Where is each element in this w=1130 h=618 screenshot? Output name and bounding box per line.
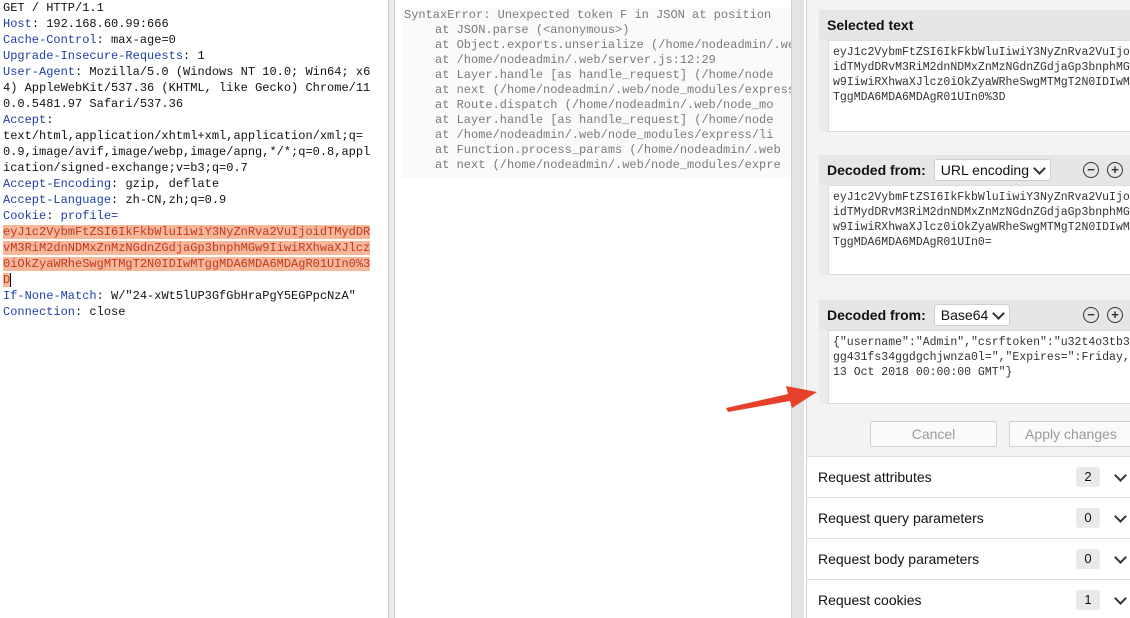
- count-badge: 0: [1076, 549, 1100, 569]
- accordion-request-body-parameters[interactable]: Request body parameters 0: [807, 538, 1130, 579]
- chevron-down-icon: [1033, 161, 1046, 175]
- chevron-down-icon: [1114, 468, 1127, 482]
- decoded-base64-title: Decoded from:: [827, 307, 926, 323]
- header-accept-encoding: Accept-Encoding: gzip, deflate: [3, 177, 220, 191]
- decode-method-dropdown-base64[interactable]: Base64: [933, 304, 1011, 326]
- header-accept-language: Accept-Language: zh-CN,zh;q=0.9: [3, 193, 227, 207]
- arrow-shape: [726, 386, 817, 412]
- stack-line: at Route.dispatch (/home/nodeadmin/.web/…: [435, 98, 774, 112]
- stack-line: at /home/nodeadmin/.web/server.js:12:29: [435, 53, 716, 67]
- stack-line: at next (/home/nodeadmin/.web/node_modul…: [435, 83, 791, 97]
- stack-line: at next (/home/nodeadmin/.web/node_modul…: [435, 158, 781, 172]
- decoded-url-box[interactable]: eyJ1c2VybmFtZSI6IkFkbWluIiwiY3NyZnRva2Vu…: [828, 185, 1130, 275]
- decoded-base64-section: Decoded from: Base64 − + {"username":"Ad…: [819, 300, 1130, 404]
- minus-circle-icon[interactable]: −: [1083, 162, 1099, 178]
- stack-line: at Function.process_params (/home/nodead…: [435, 143, 781, 157]
- text-caret: [10, 272, 12, 287]
- request-editor[interactable]: GET / HTTP/1.1 Host: 192.168.60.99:666 C…: [0, 0, 389, 618]
- selected-text-value: eyJ1c2VybmFtZSI6IkFkbWluIiwiY3NyZnRva2Vu…: [833, 46, 1130, 104]
- count-badge: 2: [1076, 467, 1100, 487]
- header-user-agent: User-Agent: Mozilla/5.0 (Windows NT 10.0…: [3, 65, 371, 111]
- accordion-request-cookies[interactable]: Request cookies 1: [807, 579, 1130, 618]
- minus-circle-icon[interactable]: −: [1083, 307, 1099, 323]
- selected-text-title: Selected text: [819, 10, 1130, 40]
- chevron-down-icon: [1114, 591, 1127, 605]
- selected-text-section: Selected text eyJ1c2VybmFtZSI6IkFkbWluIi…: [819, 10, 1130, 132]
- chevron-down-icon: [992, 306, 1006, 320]
- cancel-button[interactable]: Cancel: [870, 421, 997, 447]
- count-badge: 0: [1076, 508, 1100, 528]
- error-stack-box: SyntaxError: Unexpected token F in JSON …: [401, 8, 791, 178]
- stack-line: at Object.exports.unserialize (/home/nod…: [435, 38, 791, 52]
- header-cookie: Cookie: profile=: [3, 209, 119, 223]
- stack-line: at Layer.handle [as handle_request] (/ho…: [435, 68, 774, 82]
- header-accept-value: text/html,application/xhtml+xml,applicat…: [3, 129, 371, 175]
- header-accept-name: Accept:: [3, 113, 54, 127]
- red-arrow-annotation: [726, 386, 817, 412]
- chevron-down-icon: [1114, 550, 1127, 564]
- stack-line: at JSON.parse (<anonymous>): [435, 23, 630, 37]
- decoded-base64-value: {"username":"Admin","csrftoken":"u32t4o3…: [833, 336, 1130, 379]
- selected-text-box[interactable]: eyJ1c2VybmFtZSI6IkFkbWluIiwiY3NyZnRva2Vu…: [828, 40, 1130, 132]
- header-cache-control: Cache-Control: max-age=0: [3, 33, 176, 47]
- accordion-request-attributes[interactable]: Request attributes 2: [807, 456, 1130, 497]
- decoded-url-title: Decoded from:: [827, 162, 926, 178]
- header-connection: Connection: close: [3, 305, 126, 319]
- count-badge: 1: [1076, 590, 1100, 610]
- response-scrollbar[interactable]: [791, 0, 804, 618]
- decoded-base64-box[interactable]: {"username":"Admin","csrftoken":"u32t4o3…: [828, 330, 1130, 404]
- plus-circle-icon[interactable]: +: [1107, 162, 1123, 178]
- decoded-url-section: Decoded from: URL encoding − + eyJ1c2Vyb…: [819, 155, 1130, 275]
- decode-method-dropdown-url[interactable]: URL encoding: [933, 159, 1052, 181]
- inspector-panel: Selected text eyJ1c2VybmFtZSI6IkFkbWluIi…: [806, 0, 1130, 618]
- header-upgrade-insecure-requests: Upgrade-Insecure-Requests: 1: [3, 49, 205, 63]
- plus-circle-icon[interactable]: +: [1107, 307, 1123, 323]
- apply-changes-button[interactable]: Apply changes: [1009, 421, 1130, 447]
- stack-line: at /home/nodeadmin/.web/node_modules/exp…: [435, 128, 774, 142]
- request-line: GET / HTTP/1.1: [3, 1, 104, 15]
- header-host: Host: 192.168.60.99:666: [3, 17, 169, 31]
- accordion-request-query-parameters[interactable]: Request query parameters 0: [807, 497, 1130, 538]
- chevron-down-icon: [1114, 509, 1127, 523]
- header-if-none-match: If-None-Match: W/"24-xWt5lUP3GfGbHraPgY5…: [3, 289, 356, 303]
- stack-line: at Layer.handle [as handle_request] (/ho…: [435, 113, 774, 127]
- decoded-url-value: eyJ1c2VybmFtZSI6IkFkbWluIiwiY3NyZnRva2Vu…: [833, 191, 1130, 249]
- cookie-value-row: eyJ1c2VybmFtZSI6IkFkbWluIiwiY3NyZnRva2Vu…: [0, 224, 375, 288]
- stack-line: SyntaxError: Unexpected token F in JSON …: [404, 8, 772, 22]
- response-viewer[interactable]: SyntaxError: Unexpected token F in JSON …: [395, 0, 791, 618]
- selected-cookie-value[interactable]: eyJ1c2VybmFtZSI6IkFkbWluIiwiY3NyZnRva2Vu…: [3, 225, 371, 287]
